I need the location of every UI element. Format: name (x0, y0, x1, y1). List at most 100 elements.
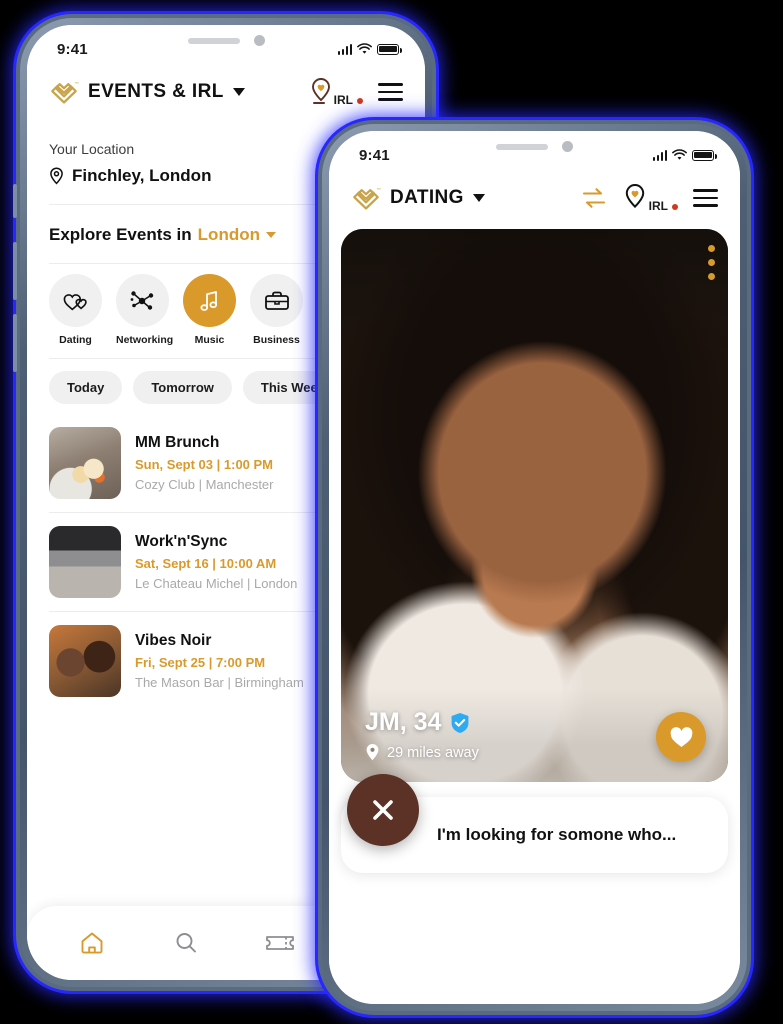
home-icon (81, 932, 103, 954)
mockup-stage: 9:41 ™ EVENTS & IRL IRL Your Location Fi… (0, 0, 783, 1024)
event-text: Work'n'Sync Sat, Sept 16 | 10:00 AM Le C… (135, 533, 297, 591)
tab-home[interactable] (45, 921, 139, 965)
event-text: MM Brunch Sun, Sept 03 | 1:00 PM Cozy Cl… (135, 434, 274, 492)
category-bubble (250, 274, 303, 327)
header-actions: IRL (581, 183, 718, 213)
chip-today[interactable]: Today (49, 371, 123, 404)
event-thumbnail-couple (49, 625, 121, 697)
two-hearts-icon (63, 293, 87, 310)
cellular-bars-icon (337, 43, 352, 55)
chevron-down-icon[interactable] (232, 88, 245, 96)
category-networking[interactable]: Networking (116, 274, 174, 346)
phone-left-volume-up-button[interactable] (13, 242, 17, 300)
notification-dot (672, 204, 678, 210)
chip-tomorrow[interactable]: Tomorrow (133, 371, 232, 404)
front-camera (253, 35, 265, 46)
profile-name-age-row: JM, 34 (365, 708, 479, 737)
category-bubble (116, 274, 169, 327)
chevron-down-icon[interactable] (472, 194, 485, 202)
chevron-down-icon[interactable] (265, 232, 276, 238)
battery-full-icon (377, 43, 402, 55)
location-heart-pin-icon (625, 183, 644, 208)
music-note-icon (200, 290, 217, 311)
category-label: Music (194, 334, 225, 346)
event-title: Vibes Noir (135, 632, 212, 649)
phone-right-dating: 9:41 ™ DATING IRL JM, 34 29 miles away I… (318, 120, 751, 1015)
category-label: Dating (59, 334, 92, 346)
ticket-icon (266, 936, 294, 950)
hamburger-menu-icon[interactable] (378, 83, 403, 101)
status-bar: 9:41 (27, 25, 425, 73)
svg-text:™: ™ (74, 81, 78, 86)
profile-identity: JM, 34 29 miles away (365, 708, 479, 762)
profile-distance: 29 miles away (387, 744, 479, 761)
category-bubble (183, 274, 236, 327)
explore-city: London (197, 225, 260, 244)
status-time: 9:41 (57, 40, 88, 58)
event-venue: Cozy Club | Manchester (135, 477, 274, 492)
briefcase-icon (264, 291, 289, 310)
event-venue: Le Chateau Michel | London (135, 576, 298, 591)
earpiece-speaker (187, 37, 240, 44)
status-indicators (337, 43, 402, 55)
page-title: DATING (390, 187, 464, 208)
earpiece-speaker (496, 143, 548, 150)
irl-button[interactable]: IRL (309, 77, 363, 107)
hamburger-menu-icon[interactable] (693, 189, 718, 207)
profile-card-footer: JM, 34 29 miles away (341, 688, 728, 782)
battery-full-icon (692, 149, 717, 161)
event-title: MM Brunch (135, 434, 220, 451)
map-pin-icon (50, 167, 63, 185)
page-title: EVENTS & IRL (88, 81, 224, 102)
event-thumbnail-coworking (49, 526, 121, 598)
network-nodes-icon (130, 290, 153, 310)
explore-prefix: Explore Events in (49, 225, 192, 244)
notification-dot (357, 98, 363, 104)
irl-label: IRL (333, 93, 353, 107)
status-bar: 9:41 (329, 131, 740, 179)
notch (137, 25, 315, 56)
close-x-icon (373, 800, 393, 820)
brand-heart-logo: ™ (351, 185, 381, 211)
phone-left-volume-down-button[interactable] (13, 314, 17, 372)
svg-text:™: ™ (376, 187, 380, 192)
map-pin-filled-icon (366, 744, 379, 761)
search-icon (176, 933, 196, 953)
event-text: Vibes Noir Fri, Sept 25 | 7:00 PM The Ma… (135, 632, 304, 690)
category-label: Business (253, 334, 300, 346)
tab-search[interactable] (139, 921, 233, 965)
wifi-icon (357, 43, 372, 54)
location-name: Finchley, London (72, 166, 212, 185)
category-dating[interactable]: Dating (49, 274, 102, 346)
event-venue: The Mason Bar | Birmingham (135, 675, 304, 690)
irl-button[interactable]: IRL (622, 183, 678, 213)
phone-right-screen: 9:41 ™ DATING IRL JM, 34 29 miles away I… (329, 131, 740, 1004)
verified-shield-check-icon (452, 712, 469, 733)
notch (445, 131, 624, 162)
irl-label: IRL (648, 199, 668, 213)
dating-screen-body: JM, 34 29 miles away I'm looking for som… (329, 229, 740, 1004)
close-button[interactable] (347, 774, 419, 846)
profile-card[interactable]: JM, 34 29 miles away (341, 229, 728, 782)
prompt-text: I'm looking for somone who... (437, 825, 677, 844)
brand-heart-logo: ™ (49, 79, 79, 105)
app-header: ™ EVENTS & IRL IRL (27, 73, 425, 123)
more-vertical-dots-icon[interactable] (708, 245, 715, 280)
category-label: Networking (116, 334, 174, 346)
event-datetime: Sat, Sept 16 | 10:00 AM (135, 556, 277, 571)
tab-tickets[interactable] (233, 921, 327, 965)
swap-arrows-icon[interactable] (581, 186, 607, 210)
status-indicators (652, 149, 717, 161)
front-camera (562, 141, 573, 152)
profile-name-age: JM, 34 (365, 708, 442, 736)
event-datetime: Fri, Sept 25 | 7:00 PM (135, 655, 266, 670)
app-header: ™ DATING IRL (329, 179, 740, 229)
category-music[interactable]: Music (183, 274, 236, 346)
header-actions: IRL (309, 77, 403, 107)
status-time: 9:41 (359, 146, 390, 164)
phone-left-mute-button[interactable] (13, 184, 17, 218)
location-heart-pin-icon (311, 78, 330, 104)
event-datetime: Sun, Sept 03 | 1:00 PM (135, 457, 274, 472)
like-button[interactable] (656, 712, 706, 762)
category-business[interactable]: Business (250, 274, 303, 346)
